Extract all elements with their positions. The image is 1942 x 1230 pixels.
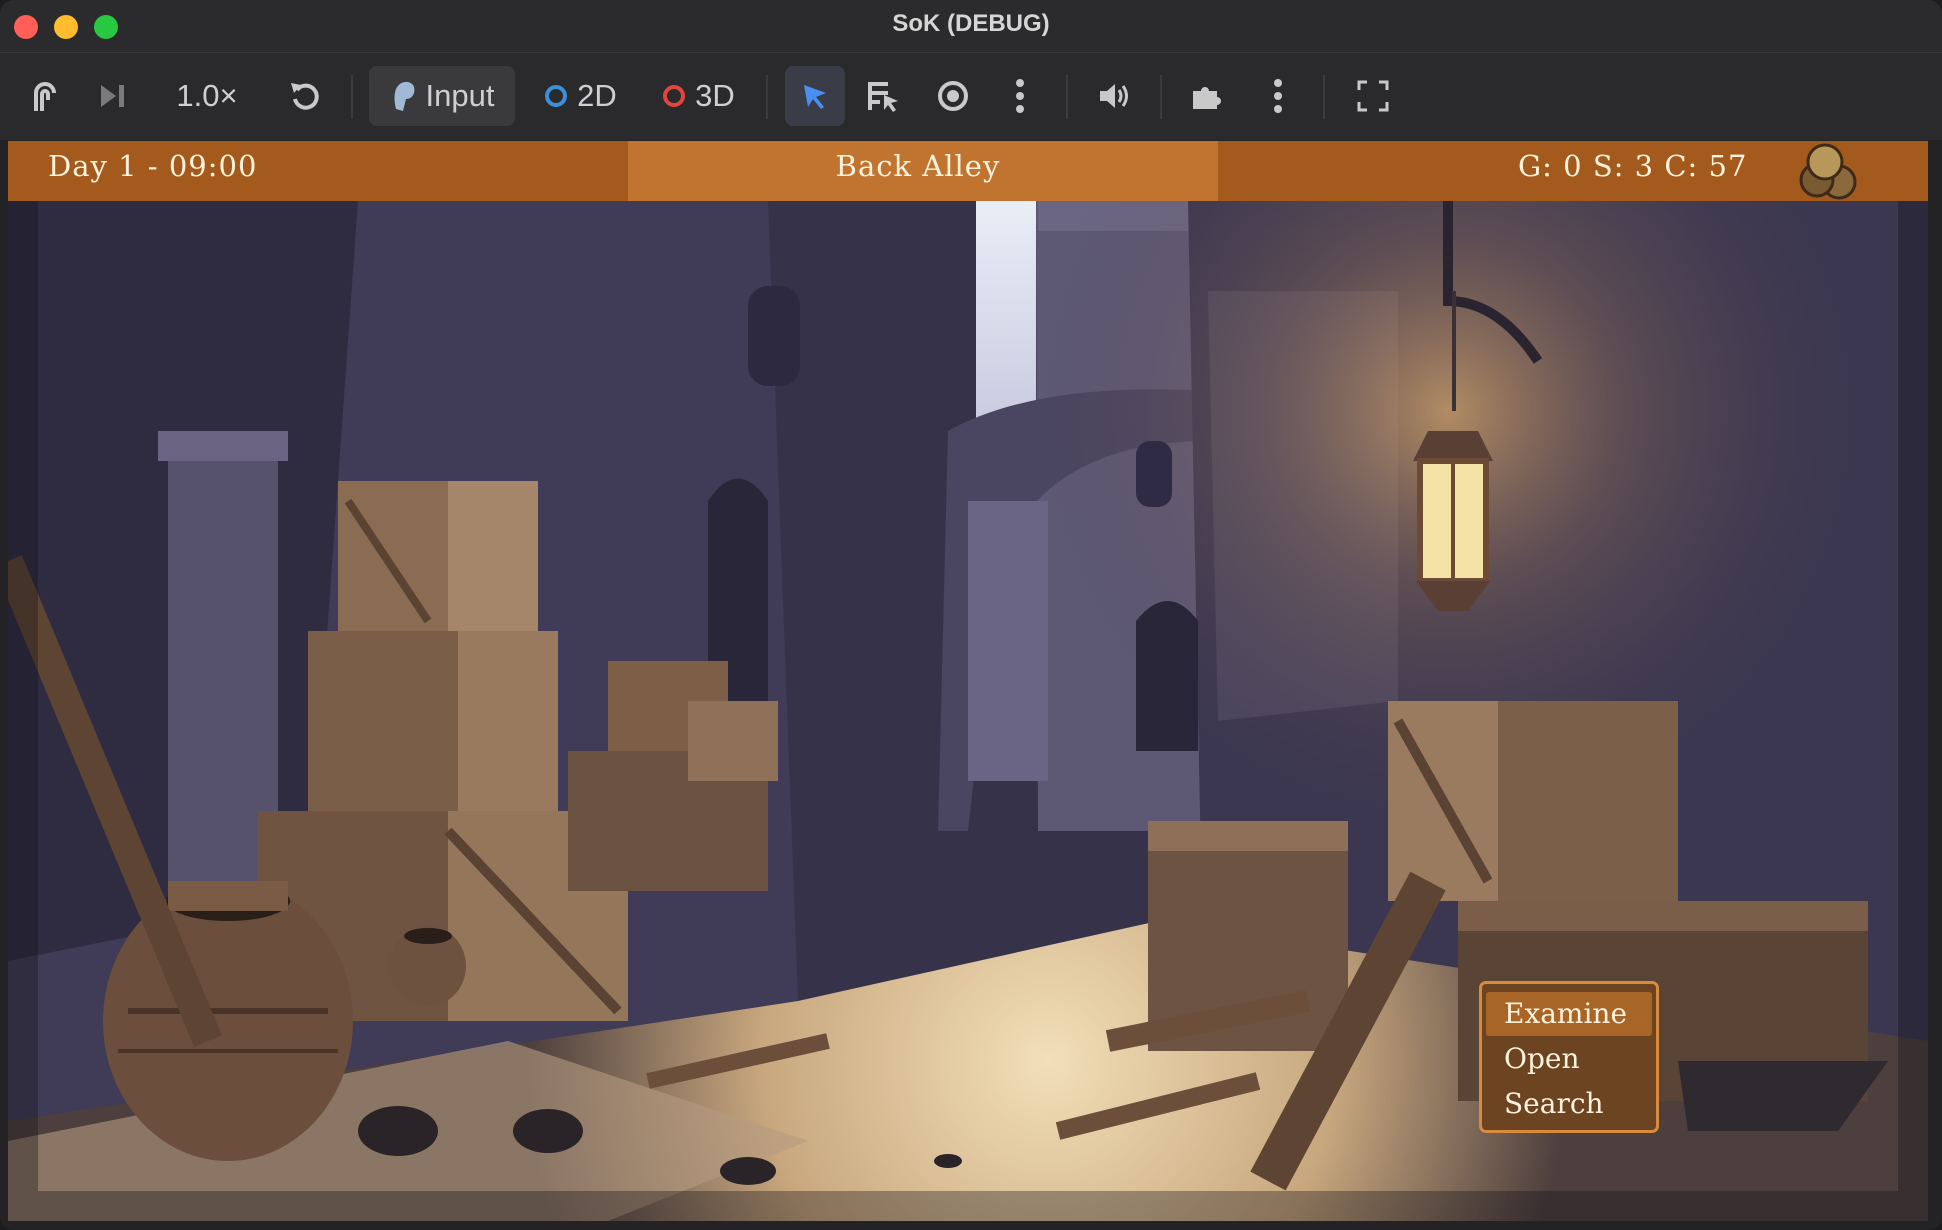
time-scale-button[interactable]: 1.0× — [162, 66, 252, 126]
camera-view-button[interactable] — [926, 66, 980, 126]
extensions-button[interactable] — [1180, 66, 1234, 126]
remote-debug-button[interactable] — [18, 66, 72, 126]
audio-button[interactable] — [1088, 66, 1142, 126]
hud-time: Day 1 - 09:00 — [48, 149, 258, 183]
interaction-menu: Examine Open Search — [1479, 981, 1659, 1133]
fullscreen-button[interactable] — [1346, 66, 1400, 126]
toolbar-separator — [766, 75, 768, 119]
toolbar-separator — [351, 75, 353, 119]
more-vertical-icon — [1274, 79, 1282, 113]
mode-2d-button[interactable]: 2D — [536, 66, 626, 126]
select-tool-button[interactable] — [785, 66, 845, 126]
3d-ring-icon — [663, 85, 686, 107]
reload-button[interactable] — [278, 66, 332, 126]
2d-ring-icon — [545, 85, 568, 107]
mode-3d-label: 3D — [695, 78, 735, 113]
input-hand-icon — [394, 81, 414, 111]
toolbar-separator — [1160, 75, 1162, 119]
step-frame-button[interactable] — [86, 66, 140, 126]
menu-item-open[interactable]: Open — [1486, 1037, 1652, 1081]
toolbar-separator — [1323, 75, 1325, 119]
hud-location: Back Alley — [835, 149, 1001, 183]
title-bar: SoK (DEBUG) — [0, 0, 1942, 53]
window-title: SoK (DEBUG) — [892, 10, 1050, 37]
toolbar-separator — [1066, 75, 1068, 119]
remote-debug-icon — [34, 82, 56, 111]
more-options-button[interactable] — [1000, 66, 1040, 126]
hud-currency: G: 0 S: 3 C: 57 — [1518, 149, 1748, 183]
more-options-button-2[interactable] — [1258, 66, 1298, 126]
app-window: SoK (DEBUG) 1.0× Input 2D 3D Day 1 - 09:… — [0, 0, 1942, 1230]
reload-icon — [291, 83, 319, 110]
mode-2d-label: 2D — [577, 78, 617, 113]
more-vertical-icon — [1016, 79, 1024, 113]
list-select-icon — [868, 82, 898, 112]
menu-item-search[interactable]: Search — [1486, 1082, 1652, 1126]
input-mode-button[interactable]: Input — [369, 66, 515, 126]
menu-item-examine[interactable]: Examine — [1486, 992, 1652, 1036]
input-mode-label: Input — [425, 78, 495, 113]
fullscreen-icon — [1357, 80, 1389, 112]
select-arrow-icon — [804, 85, 826, 109]
step-frame-icon — [101, 85, 124, 107]
puzzle-icon — [1193, 87, 1221, 109]
camera-view-icon — [938, 81, 968, 111]
game-viewport[interactable]: Day 1 - 09:00 Back Alley G: 0 S: 3 C: 57… — [8, 141, 1928, 1221]
list-select-button[interactable] — [856, 66, 910, 126]
debug-toolbar: 1.0× Input 2D 3D — [0, 53, 1942, 140]
hud-bar: Day 1 - 09:00 Back Alley G: 0 S: 3 C: 57 — [8, 141, 1928, 201]
speaker-icon — [1100, 84, 1128, 108]
mode-3d-button[interactable]: 3D — [654, 66, 744, 126]
coin-purse-icon — [1799, 143, 1857, 200]
